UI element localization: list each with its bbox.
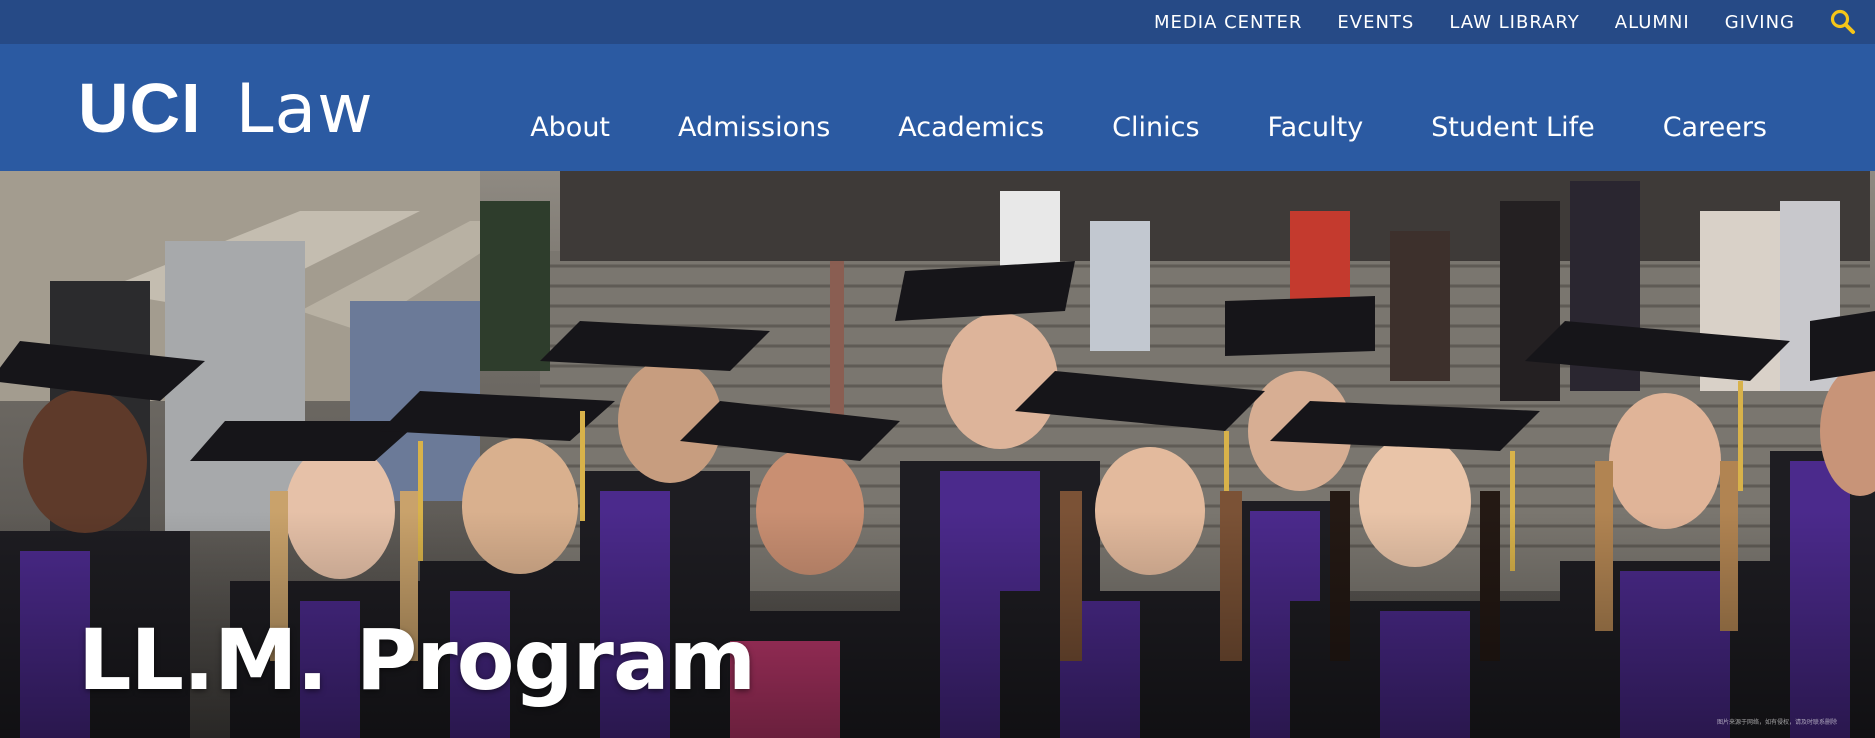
logo-law-text: Law [235, 70, 374, 149]
nav-faculty[interactable]: Faculty [1268, 112, 1364, 143]
nav-student-life[interactable]: Student Life [1431, 112, 1595, 143]
utility-link-giving[interactable]: GIVING [1725, 12, 1795, 33]
utility-nav: MEDIA CENTER EVENTS LAW LIBRARY ALUMNI G… [1119, 0, 1795, 44]
utility-link-media-center[interactable]: MEDIA CENTER [1154, 12, 1302, 33]
utility-link-law-library[interactable]: LAW LIBRARY [1449, 12, 1579, 33]
utility-link-events[interactable]: EVENTS [1337, 12, 1414, 33]
utility-link-alumni[interactable]: ALUMNI [1615, 12, 1690, 33]
uci-law-logo[interactable]: UCI Law [78, 69, 374, 149]
utility-bar: MEDIA CENTER EVENTS LAW LIBRARY ALUMNI G… [0, 0, 1875, 44]
main-header: UCI Law About Admissions Academics Clini… [0, 44, 1875, 171]
nav-careers[interactable]: Careers [1663, 112, 1767, 143]
search-icon[interactable] [1829, 8, 1857, 36]
logo-uci-text: UCI [78, 69, 202, 147]
nav-about[interactable]: About [530, 112, 610, 143]
nav-clinics[interactable]: Clinics [1112, 112, 1199, 143]
page-title: LL.M. Program [78, 611, 756, 709]
image-watermark: 图片来源于网络，如有侵权，请及时联系删除 [1716, 719, 1837, 726]
nav-admissions[interactable]: Admissions [678, 112, 830, 143]
main-nav: About Admissions Academics Clinics Facul… [462, 112, 1767, 143]
hero-banner: LL.M. Program 图片来源于网络，如有侵权，请及时联系删除 [0, 171, 1875, 738]
nav-academics[interactable]: Academics [898, 112, 1044, 143]
